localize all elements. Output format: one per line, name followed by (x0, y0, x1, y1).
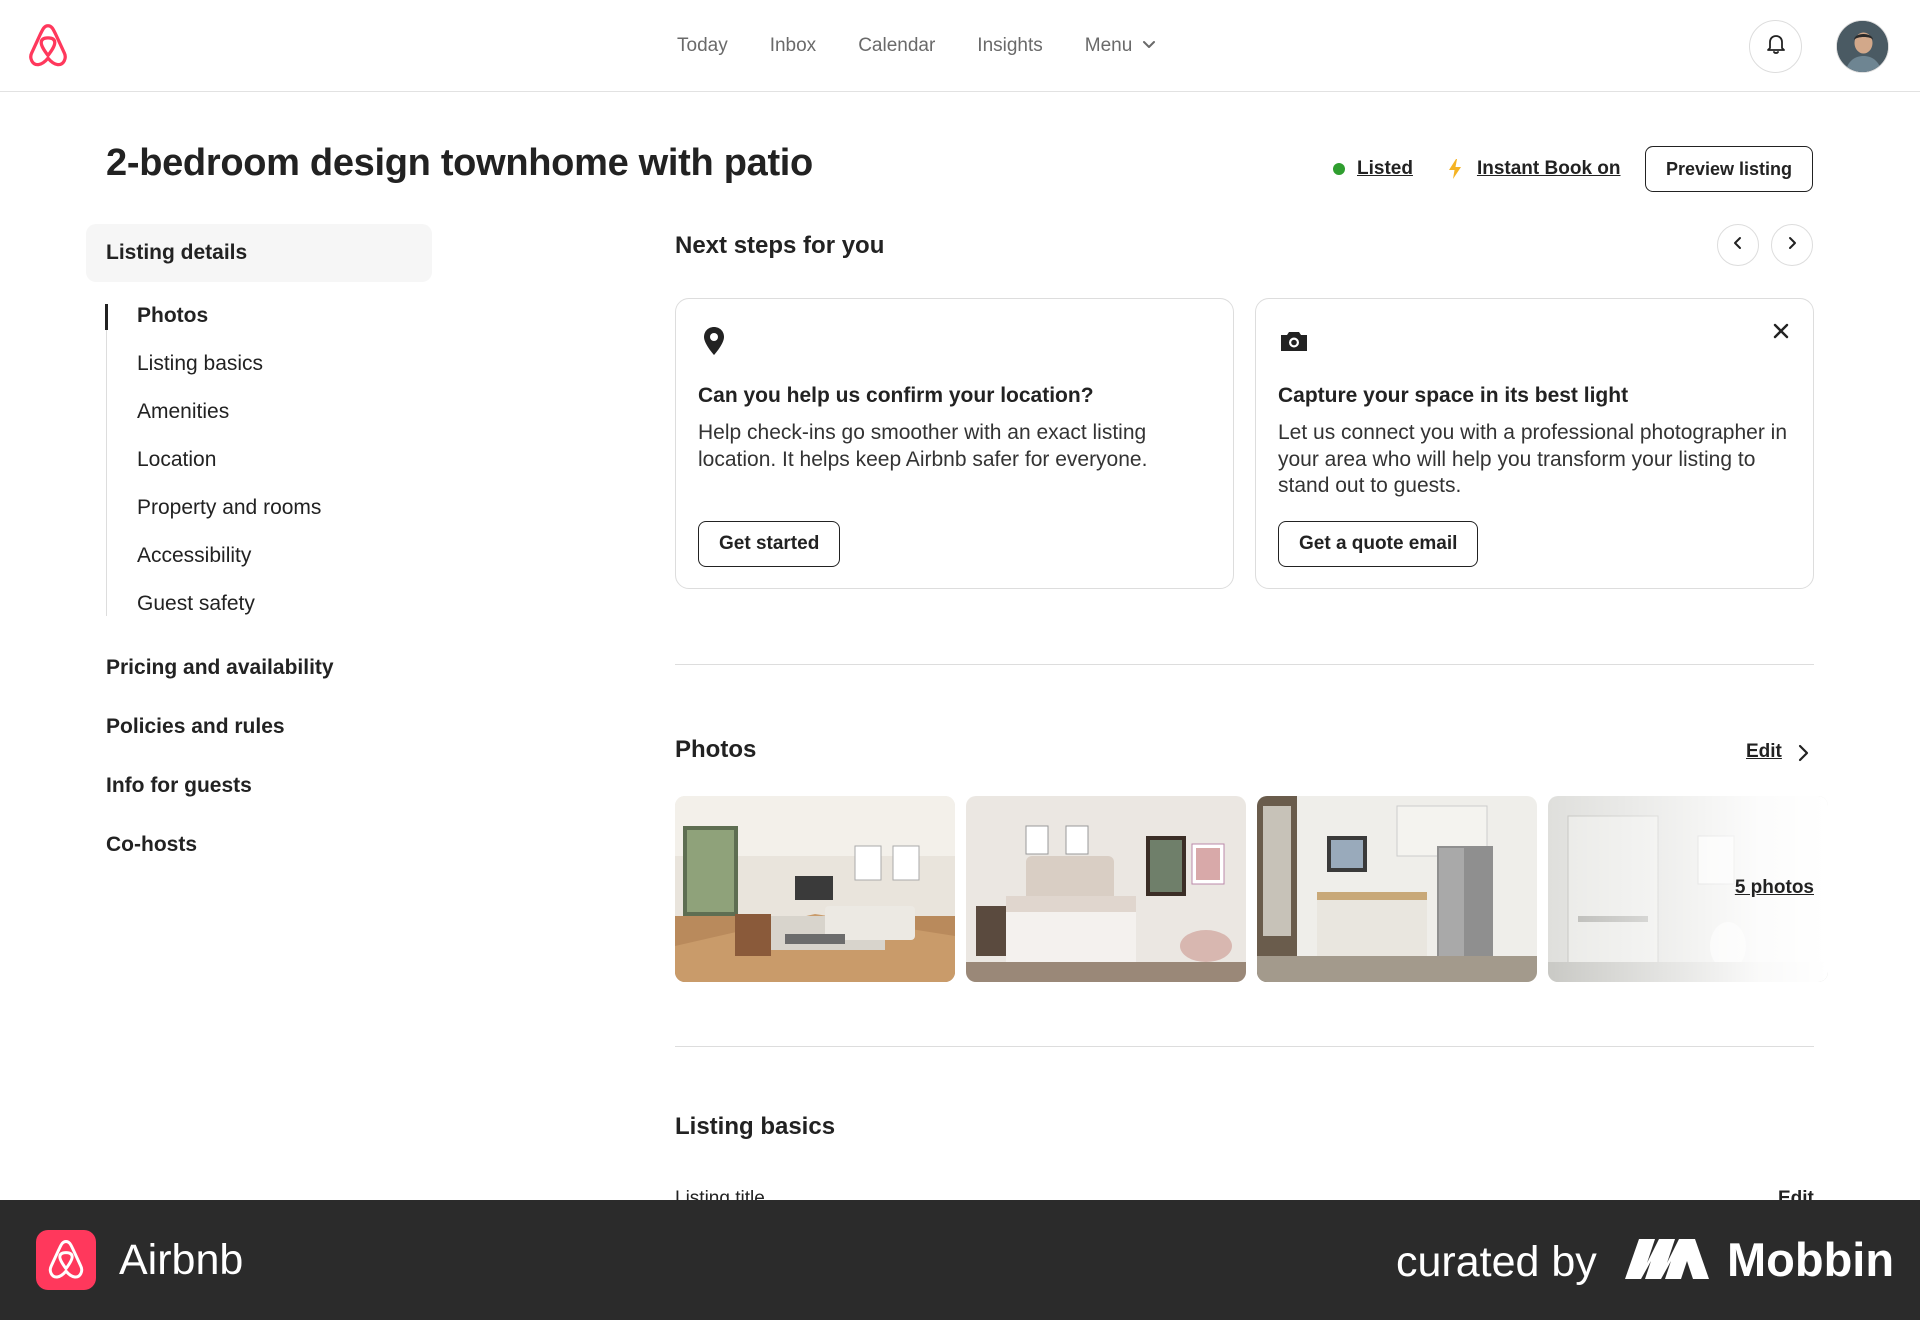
photos-edit-link[interactable]: Edit (1746, 741, 1782, 763)
card-title: Capture your space in its best light (1278, 384, 1629, 407)
mobbin-footer-bar: Airbnb curated by Mobbin (0, 1200, 1920, 1320)
listed-status-link[interactable]: Listed (1357, 158, 1413, 180)
sidebar-subitem-amenities[interactable]: Amenities (137, 400, 229, 424)
camera-icon (1278, 325, 1310, 357)
sidebar-item-pricing-and-availability[interactable]: Pricing and availability (106, 656, 334, 680)
get-started-button[interactable]: Get started (698, 521, 841, 567)
top-navigation: Today Inbox Calendar Insights Menu (0, 0, 1920, 92)
chevron-left-icon (1731, 236, 1745, 255)
chevron-down-icon (1142, 35, 1156, 57)
airbnb-logo-icon[interactable] (26, 23, 70, 69)
footer-brand-name: Mobbin (1727, 1233, 1895, 1286)
sidebar-item-info-for-guests[interactable]: Info for guests (106, 774, 252, 798)
get-quote-email-button[interactable]: Get a quote email (1278, 521, 1479, 567)
nav-link-insights[interactable]: Insights (977, 35, 1042, 57)
subnav-active-marker (105, 304, 108, 330)
carousel-next-button[interactable] (1771, 224, 1813, 266)
chevron-right-icon[interactable] (1796, 743, 1810, 768)
instant-book-link[interactable]: Instant Book on (1477, 158, 1621, 180)
sidebar-subitem-location[interactable]: Location (137, 448, 216, 472)
page-title: 2-bedroom design townhome with patio (106, 142, 813, 184)
sidebar-item-listing-details[interactable]: Listing details (86, 224, 432, 282)
photo-living-room[interactable] (675, 796, 955, 982)
chevron-right-icon (1785, 236, 1799, 255)
photo-count-link[interactable]: 5 photos (1735, 877, 1814, 899)
photo-bedroom[interactable] (966, 796, 1246, 982)
sidebar-subitem-photos[interactable]: Photos (137, 304, 208, 328)
footer-app-name: Airbnb (119, 1236, 244, 1284)
preview-listing-button[interactable]: Preview listing (1645, 146, 1813, 192)
card-title: Can you help us confirm your location? (698, 384, 1094, 407)
user-avatar[interactable] (1836, 20, 1889, 73)
next-step-card-location: Can you help us confirm your location? H… (675, 298, 1234, 589)
card-description: Let us connect you with a professional p… (1278, 421, 1787, 497)
close-icon[interactable] (1769, 319, 1793, 343)
nav-menu-dropdown[interactable]: Menu (1085, 35, 1157, 57)
nav-link-calendar[interactable]: Calendar (858, 35, 935, 57)
nav-link-today[interactable]: Today (677, 35, 728, 57)
mobbin-logo: Mobbin (1625, 1232, 1894, 1287)
sidebar-subitem-property-and-rooms[interactable]: Property and rooms (137, 496, 321, 520)
mobbin-logo-icon (1625, 1235, 1713, 1284)
listing-status-group: Listed Instant Book on (1333, 156, 1621, 182)
photo-kitchen[interactable] (1257, 796, 1537, 982)
sidebar-subitem-accessibility[interactable]: Accessibility (137, 544, 251, 568)
bell-icon (1766, 33, 1786, 60)
location-pin-icon (698, 325, 730, 357)
card-description: Help check-ins go smoother with an exact… (698, 421, 1148, 471)
carousel-prev-button[interactable] (1717, 224, 1759, 266)
photos-strip: 5 photos (675, 796, 1828, 982)
subnav-track (106, 304, 107, 616)
sidebar-item-policies-and-rules[interactable]: Policies and rules (106, 715, 285, 739)
sidebar-subitem-guest-safety[interactable]: Guest safety (137, 592, 255, 616)
section-divider (675, 1046, 1814, 1047)
nav-link-inbox[interactable]: Inbox (770, 35, 816, 57)
sidebar-subitem-listing-basics[interactable]: Listing basics (137, 352, 263, 376)
lightning-bolt-icon (1447, 158, 1463, 180)
notifications-button[interactable] (1749, 20, 1802, 73)
primary-nav: Today Inbox Calendar Insights Menu (677, 0, 1156, 92)
footer-curated-label: curated by (1396, 1238, 1597, 1286)
photos-heading: Photos (675, 736, 757, 763)
next-steps-heading: Next steps for you (675, 232, 885, 259)
airbnb-app-icon (36, 1230, 96, 1290)
section-divider (675, 664, 1814, 665)
next-step-card-photography: Capture your space in its best light Let… (1255, 298, 1814, 589)
nav-menu-label: Menu (1084, 35, 1133, 56)
listing-basics-heading: Listing basics (675, 1113, 836, 1140)
sidebar-item-co-hosts[interactable]: Co-hosts (106, 833, 197, 857)
status-dot-icon (1333, 163, 1345, 175)
